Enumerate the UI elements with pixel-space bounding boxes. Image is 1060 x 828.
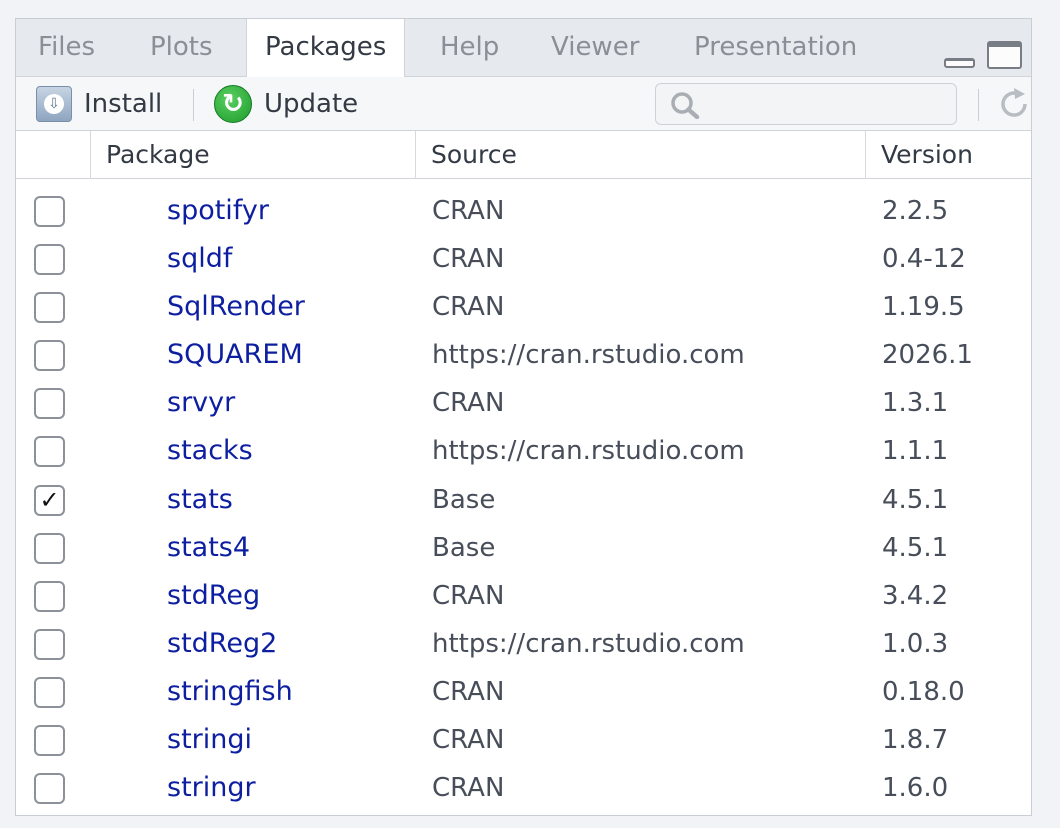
package-source: CRAN: [432, 773, 505, 804]
package-version: 1.3.1: [882, 388, 949, 419]
table-row: srvyr CRAN 1.3.1: [16, 379, 1031, 427]
package-link[interactable]: sqldf: [167, 235, 232, 283]
package-link[interactable]: SqlRender: [167, 283, 305, 331]
install-icon: ⇩: [36, 86, 72, 122]
column-header-source[interactable]: Source: [416, 131, 517, 179]
search-input[interactable]: [708, 88, 948, 120]
load-checkbox[interactable]: [34, 292, 65, 324]
load-checkbox[interactable]: [34, 388, 65, 420]
package-link[interactable]: stats4: [167, 524, 250, 572]
package-version: 1.6.0: [882, 773, 949, 804]
load-checkbox[interactable]: ✓: [34, 484, 65, 516]
package-version: 1.0.3: [882, 628, 949, 659]
package-source: CRAN: [432, 292, 505, 323]
package-link[interactable]: stacks: [167, 427, 253, 475]
package-link[interactable]: srvyr: [167, 379, 235, 427]
table-row: stringr CRAN 1.6.0: [16, 764, 1031, 812]
load-checkbox[interactable]: [34, 340, 65, 372]
install-label: Install: [84, 89, 163, 119]
table-row: spotifyr CRAN 2.2.5: [16, 187, 1031, 235]
package-version: 2026.1: [882, 340, 973, 371]
tab-packages[interactable]: Packages: [246, 19, 406, 78]
tab-viewer[interactable]: Viewer: [551, 19, 639, 77]
update-icon: ↻: [214, 85, 252, 123]
load-checkbox[interactable]: [34, 532, 65, 564]
package-version: 1.1.1: [882, 436, 949, 467]
column-header-package[interactable]: Package: [91, 131, 210, 179]
package-version: 3.4.2: [882, 580, 949, 611]
install-button[interactable]: ⇩ Install: [36, 77, 162, 131]
table-row: stringfish CRAN 0.18.0: [16, 668, 1031, 716]
tab-files[interactable]: Files: [38, 19, 95, 77]
package-version: 1.19.5: [882, 292, 965, 323]
table-row: SQUAREM https://cran.rstudio.com 2026.1: [16, 331, 1031, 379]
tab-bar: Files Plots Packages Help Viewer Present…: [16, 19, 1031, 78]
table-row: SqlRender CRAN 1.19.5: [16, 283, 1031, 331]
package-list: spotifyr CRAN 2.2.5 sqldf CRAN 0.4-12 Sq…: [16, 187, 1031, 812]
search-box[interactable]: [655, 83, 957, 125]
search-icon: [671, 92, 700, 119]
minimize-icon[interactable]: [944, 58, 975, 68]
package-version: 2.2.5: [882, 196, 949, 226]
table-row: stdReg2 https://cran.rstudio.com 1.0.3: [16, 620, 1031, 668]
load-checkbox[interactable]: [34, 773, 65, 805]
package-source: https://cran.rstudio.com: [432, 340, 745, 371]
package-version: 0.4-12: [882, 244, 966, 275]
package-link[interactable]: stringi: [167, 716, 252, 764]
tab-help[interactable]: Help: [440, 19, 499, 77]
table-row: sqldf CRAN 0.4-12: [16, 235, 1031, 283]
package-link[interactable]: SQUAREM: [167, 331, 303, 379]
packages-pane: Files Plots Packages Help Viewer Present…: [15, 18, 1032, 816]
tab-presentation[interactable]: Presentation: [694, 19, 857, 77]
package-source: Base: [432, 484, 496, 515]
package-version: 4.5.1: [882, 484, 949, 515]
package-source: Base: [432, 532, 496, 563]
package-link[interactable]: stdReg2: [167, 620, 277, 668]
package-version: 1.8.7: [882, 725, 949, 756]
table-row: stringi CRAN 1.8.7: [16, 716, 1031, 764]
package-source: CRAN: [432, 388, 505, 419]
table-row: stacks https://cran.rstudio.com 1.1.1: [16, 427, 1031, 475]
package-link[interactable]: stringfish: [167, 668, 293, 716]
table-row: stdReg CRAN 3.4.2: [16, 572, 1031, 620]
table-row: ✓ stats Base 4.5.1: [16, 476, 1031, 524]
package-source: CRAN: [432, 244, 505, 275]
load-checkbox[interactable]: [34, 725, 65, 757]
package-version: 0.18.0: [882, 676, 965, 707]
package-source: https://cran.rstudio.com: [432, 628, 745, 659]
load-checkbox[interactable]: [34, 244, 65, 276]
package-source: CRAN: [432, 580, 505, 611]
toolbar: ⇩ Install ↻ Update: [16, 77, 1031, 131]
table-row: stats4 Base 4.5.1: [16, 524, 1031, 572]
package-link[interactable]: spotifyr: [167, 187, 269, 235]
package-source: CRAN: [432, 725, 505, 756]
package-version: 4.5.1: [882, 532, 949, 563]
tab-plots[interactable]: Plots: [150, 19, 213, 77]
package-source: https://cran.rstudio.com: [432, 436, 745, 467]
package-link[interactable]: stats: [167, 476, 233, 524]
package-link[interactable]: stdReg: [167, 572, 260, 620]
package-link[interactable]: stringr: [167, 764, 256, 812]
refresh-icon[interactable]: [996, 86, 1032, 122]
table-header: Package Source Version: [16, 131, 1031, 179]
update-label: Update: [264, 89, 359, 119]
update-button[interactable]: ↻ Update: [214, 77, 358, 131]
load-checkbox[interactable]: [34, 436, 65, 468]
package-source: CRAN: [432, 196, 505, 226]
toolbar-divider: [978, 89, 979, 121]
toolbar-divider: [193, 89, 194, 121]
load-checkbox[interactable]: [34, 628, 65, 660]
column-header-version[interactable]: Version: [866, 131, 973, 179]
package-source: CRAN: [432, 676, 505, 707]
maximize-icon[interactable]: [987, 41, 1022, 69]
load-checkbox[interactable]: [34, 196, 65, 227]
load-checkbox[interactable]: [34, 580, 65, 612]
load-checkbox[interactable]: [34, 676, 65, 708]
